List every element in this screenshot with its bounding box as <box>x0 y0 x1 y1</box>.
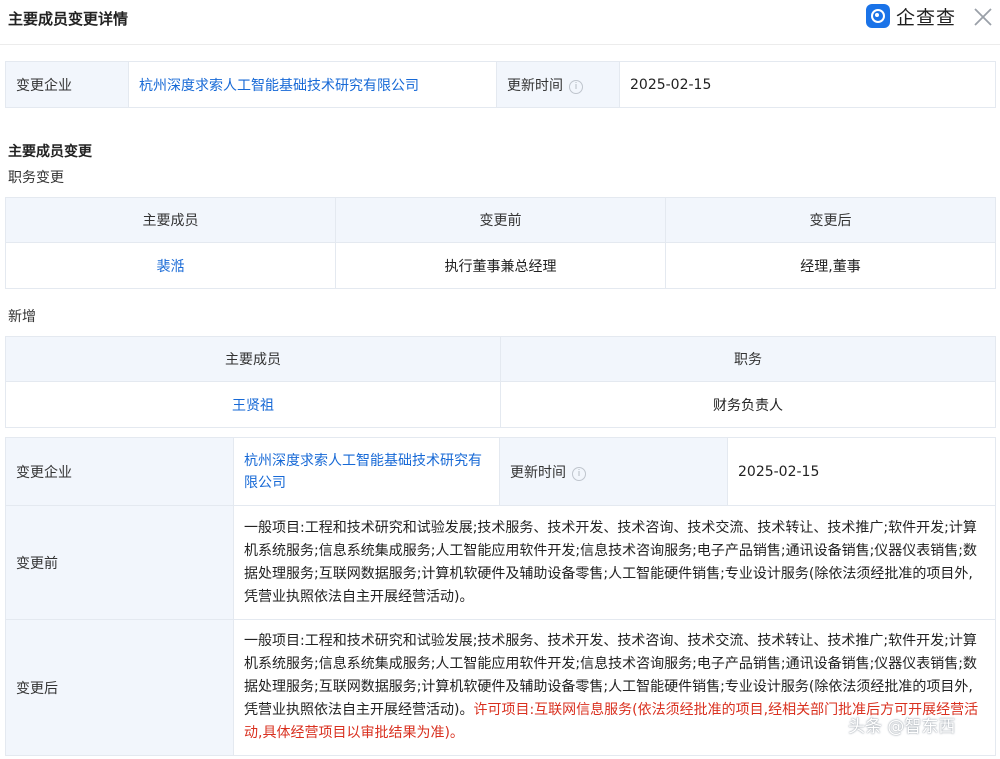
update-date: 2025-02-15 <box>727 437 996 506</box>
added-members-table: 主要成员 职务 王贤祖 财务负责人 <box>5 336 996 428</box>
company-label: 变更企业 <box>5 61 129 108</box>
update-time-label: 更新时间 i <box>499 437 728 506</box>
update-date: 2025-02-15 <box>619 61 996 108</box>
section-title: 主要成员变更 <box>8 144 92 160</box>
update-time-label: 更新时间 i <box>496 61 620 108</box>
column-header: 主要成员 <box>5 336 501 382</box>
position-before: 执行董事兼总经理 <box>335 242 666 289</box>
added-label: 新增 <box>8 309 36 325</box>
column-header: 主要成员 <box>5 197 336 243</box>
position-after: 经理,董事 <box>665 242 996 289</box>
scope-change-table: 变更企业 杭州深度求索人工智能基础技术研究有限公司 更新时间 i 2025-02-… <box>5 437 996 756</box>
member-link[interactable]: 裴湉 <box>5 242 336 289</box>
table-row: 王贤祖 财务负责人 <box>5 381 996 428</box>
before-label: 变更前 <box>5 505 234 620</box>
company-link[interactable]: 杭州深度求索人工智能基础技术研究有限公司 <box>233 437 500 506</box>
column-header: 变更前 <box>335 197 666 243</box>
company-label: 变更企业 <box>5 437 234 506</box>
column-header: 职务 <box>500 336 996 382</box>
table-row: 裴湉 执行董事兼总经理 经理,董事 <box>5 242 996 289</box>
company-link[interactable]: 杭州深度求索人工智能基础技术研究有限公司 <box>128 61 497 108</box>
after-label: 变更后 <box>5 619 234 756</box>
scope-before-text: 一般项目:工程和技术研究和试验发展;技术服务、技术开发、技术咨询、技术交流、技术… <box>233 505 996 620</box>
member-link[interactable]: 王贤祖 <box>5 381 501 428</box>
close-icon[interactable] <box>972 6 994 28</box>
logo-text: 企查查 <box>896 6 957 29</box>
summary-table: 变更企业 杭州深度求索人工智能基础技术研究有限公司 更新时间 i 2025-02-… <box>5 61 996 108</box>
member-position: 财务负责人 <box>500 381 996 428</box>
column-header: 变更后 <box>665 197 996 243</box>
dialog-header: 主要成员变更详情 企查查 <box>0 0 1000 45</box>
info-icon[interactable]: i <box>572 466 586 481</box>
qichacha-logo-icon <box>866 4 890 28</box>
info-icon[interactable]: i <box>569 79 583 94</box>
watermark: 头条 @智东西 <box>848 717 956 737</box>
duty-change-table: 主要成员 变更前 变更后 裴湉 执行董事兼总经理 经理,董事 <box>5 197 996 289</box>
duty-change-label: 职务变更 <box>8 170 64 186</box>
page-title: 主要成员变更详情 <box>8 10 129 28</box>
qichacha-logo: 企查查 <box>866 4 957 29</box>
